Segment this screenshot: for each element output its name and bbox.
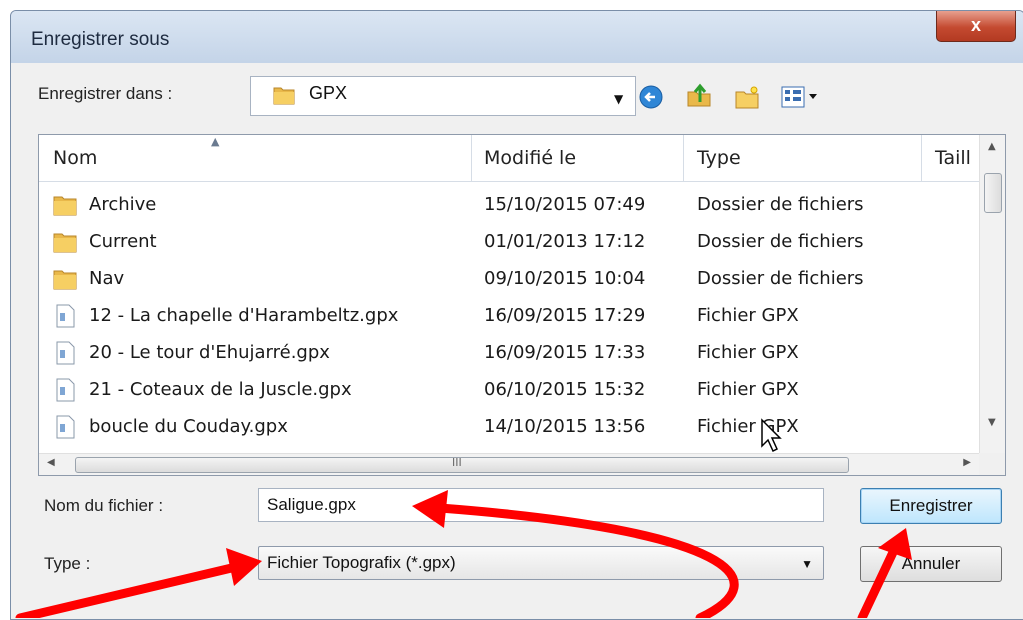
arrowhead bbox=[412, 490, 448, 528]
arrow-to-save-button bbox=[857, 541, 901, 618]
arrow-to-type-select bbox=[15, 561, 245, 618]
arrowhead bbox=[226, 548, 262, 586]
annotation-arrows bbox=[15, 490, 912, 618]
arrow-to-filename bbox=[435, 503, 739, 618]
